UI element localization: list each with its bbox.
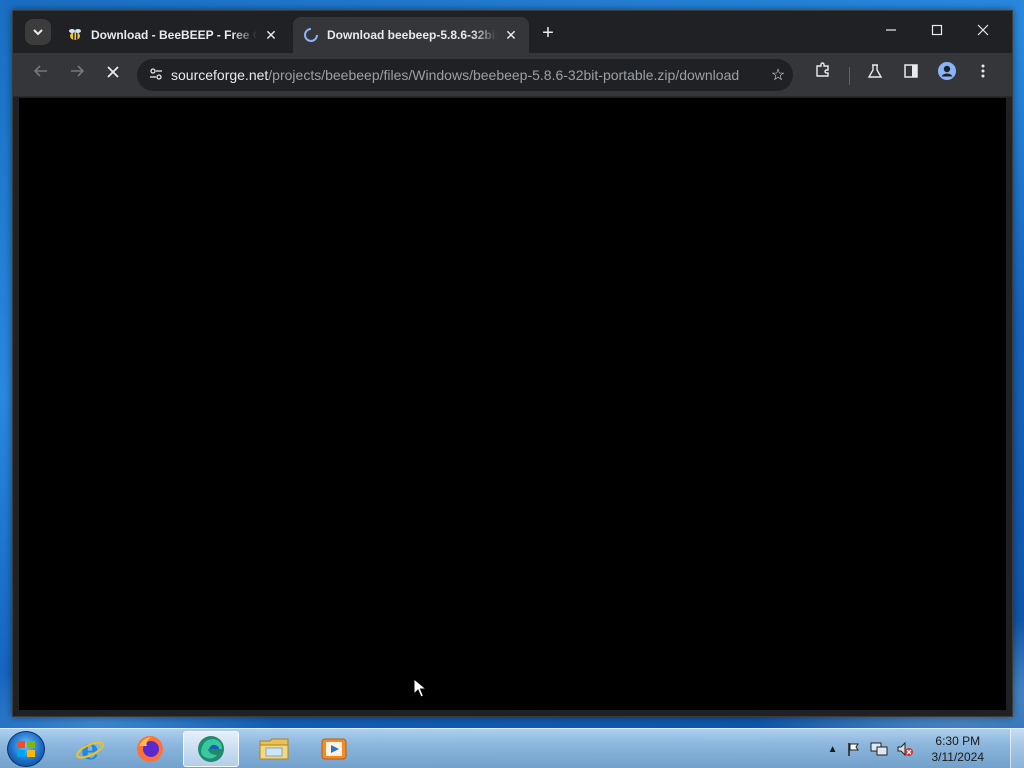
taskbar-media-player[interactable] xyxy=(306,731,362,767)
tab-title: Download beebeep-5.8.6-32bit xyxy=(327,28,497,42)
edge-icon xyxy=(198,736,224,762)
minimize-button[interactable] xyxy=(869,17,913,45)
system-clock[interactable]: 6:30 PM 3/11/2024 xyxy=(932,733,985,765)
taskbar: e ▲ 6:30 PM 3/11/2024 xyxy=(0,728,1024,768)
action-center-flag-icon[interactable] xyxy=(846,741,862,757)
extensions-button[interactable] xyxy=(809,61,837,89)
clock-date: 3/11/2024 xyxy=(931,750,985,764)
loading-icon xyxy=(303,27,319,43)
puzzle-icon xyxy=(816,62,829,77)
more-vert-icon xyxy=(981,64,985,78)
flask-icon xyxy=(867,64,883,78)
url-host: sourceforge.net xyxy=(171,67,269,83)
svg-text:e: e xyxy=(81,734,99,764)
tab-strip: Download - BeeBEEP - Free Of ✕ Download … xyxy=(13,11,1012,53)
url-text: sourceforge.net/projects/beebeep/files/W… xyxy=(171,67,763,83)
tab-title: Download - BeeBEEP - Free Of xyxy=(91,28,257,42)
new-tab-button[interactable]: + xyxy=(537,23,559,45)
show-hidden-icons-icon[interactable]: ▲ xyxy=(828,744,838,755)
page-content xyxy=(19,98,1006,710)
site-settings-icon[interactable] xyxy=(141,66,171,85)
menu-button[interactable] xyxy=(969,61,997,89)
media-player-icon xyxy=(321,738,347,760)
toolbar-separator xyxy=(849,67,850,85)
url-path: /projects/beebeep/files/Windows/beebeep-… xyxy=(268,67,740,83)
clock-time: 6:30 PM xyxy=(935,734,981,748)
start-button[interactable] xyxy=(7,731,45,767)
volume-muted-icon[interactable] xyxy=(896,741,914,757)
arrow-left-icon xyxy=(33,65,47,77)
maximize-icon xyxy=(931,24,943,36)
profile-button[interactable] xyxy=(933,61,961,89)
close-icon xyxy=(107,66,119,78)
forward-button[interactable] xyxy=(63,61,91,89)
tab-close-icon[interactable]: ✕ xyxy=(503,27,519,44)
show-desktop-button[interactable] xyxy=(1010,729,1024,768)
taskbar-firefox[interactable] xyxy=(122,731,178,767)
taskbar-internet-explorer[interactable]: e xyxy=(62,731,118,767)
taskbar-file-explorer[interactable] xyxy=(246,731,302,767)
close-icon xyxy=(977,24,989,36)
firefox-icon xyxy=(137,736,163,762)
minimize-icon xyxy=(886,29,896,31)
internet-explorer-icon: e xyxy=(76,734,104,764)
chevron-down-icon xyxy=(33,29,43,36)
mouse-cursor-icon xyxy=(413,678,427,698)
windows-logo-icon xyxy=(17,741,35,757)
tab-close-icon[interactable]: ✕ xyxy=(263,27,279,44)
close-window-button[interactable] xyxy=(961,17,1005,45)
avatar-icon xyxy=(938,62,956,80)
folder-icon xyxy=(259,738,289,760)
side-panel-button[interactable] xyxy=(897,61,925,89)
taskbar-edge[interactable] xyxy=(183,731,239,767)
stop-loading-button[interactable] xyxy=(99,61,127,89)
tab-beebeep-zip[interactable]: Download beebeep-5.8.6-32bit ✕ xyxy=(293,17,529,53)
tab-search-button[interactable] xyxy=(25,19,51,45)
maximize-button[interactable] xyxy=(915,17,959,45)
bookmark-star-icon[interactable]: ☆ xyxy=(763,65,793,85)
back-button[interactable] xyxy=(27,61,55,89)
browser-toolbar: sourceforge.net/projects/beebeep/files/W… xyxy=(13,53,1012,97)
tab-beebeep-download[interactable]: Download - BeeBEEP - Free Of ✕ xyxy=(57,17,289,53)
address-bar[interactable]: sourceforge.net/projects/beebeep/files/W… xyxy=(137,59,793,91)
bee-icon xyxy=(67,27,83,43)
network-icon[interactable] xyxy=(870,741,888,757)
system-tray: ▲ 6:30 PM 3/11/2024 xyxy=(828,729,984,768)
arrow-right-icon xyxy=(71,65,85,77)
browser-window: Download - BeeBEEP - Free Of ✕ Download … xyxy=(12,10,1013,717)
side-panel-icon xyxy=(904,64,918,78)
labs-button[interactable] xyxy=(861,61,889,89)
